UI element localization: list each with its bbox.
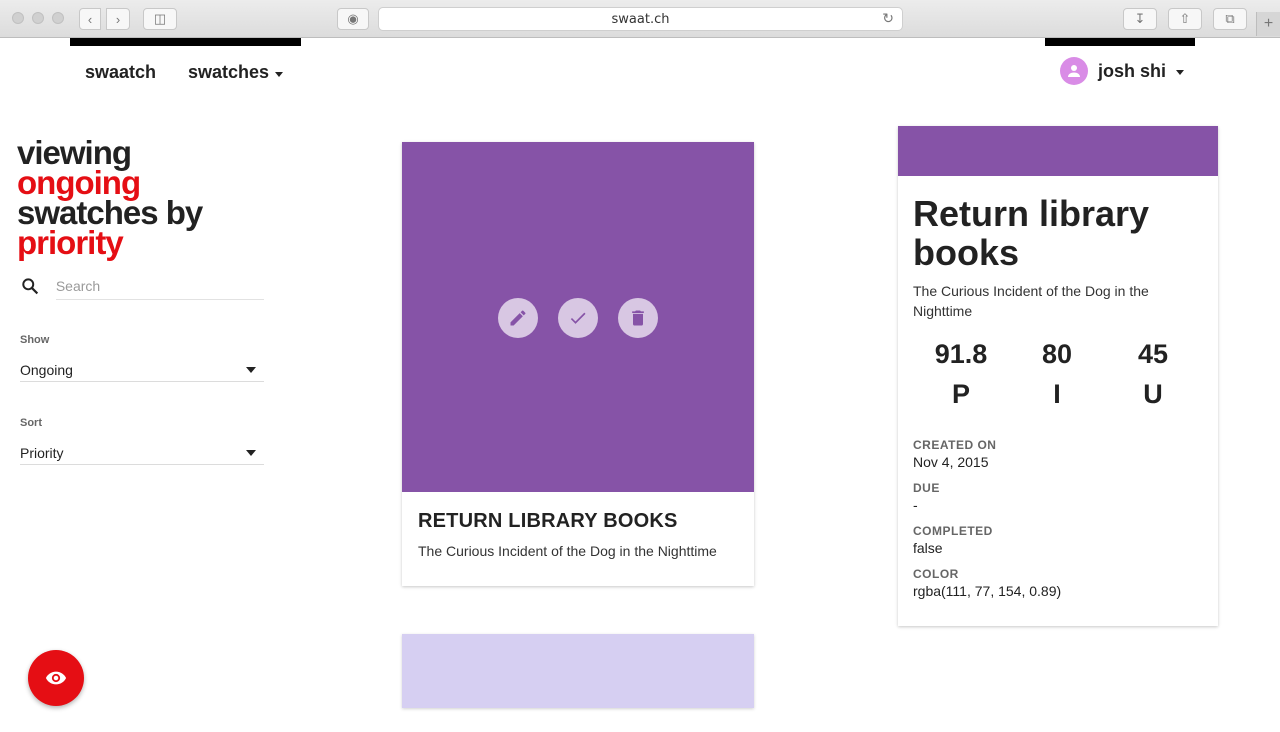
delete-button[interactable] [618,298,658,338]
zoom-window-icon[interactable] [52,12,64,24]
show-select-value: Ongoing [20,361,73,378]
avatar [1060,57,1088,85]
search-icon [22,278,39,295]
stat-label: P [951,379,970,409]
swatches-menu[interactable]: swatches [188,62,284,83]
stat-label: I [1053,379,1061,409]
download-icon: ↧ [1134,11,1146,26]
trash-icon [632,310,644,326]
heading-sort-word: priority [17,224,124,261]
card-subtitle: The Curious Incident of the Dog in the N… [418,543,717,559]
close-window-icon[interactable] [12,12,24,24]
detail-title: Return library books [913,193,1150,273]
edit-button[interactable] [498,298,538,338]
view-toggle-fab[interactable] [28,650,84,706]
swatch-card-next[interactable] [402,634,754,708]
created-on-label: CREATED ON [913,438,997,452]
completed-value: false [913,540,943,556]
nav-accent-bar-right [1045,38,1195,46]
share-button[interactable]: ⇧ [1168,8,1202,30]
completed-label: COMPLETED [913,524,993,538]
privacy-button[interactable]: ◉ [337,8,369,30]
sort-label: Sort [20,417,42,429]
swatch-color-block [402,142,754,492]
show-label: Show [20,334,50,346]
minimize-window-icon[interactable] [32,12,44,24]
card-title: RETURN LIBRARY BOOKS [418,510,678,532]
color-label: COLOR [913,567,959,581]
color-value: rgba(111, 77, 154, 0.89) [913,583,1062,599]
forward-button[interactable]: › [106,8,130,30]
person-icon [1068,65,1080,77]
stat-value: 80 [1041,339,1073,369]
chevron-right-icon: › [115,11,121,27]
brand-link[interactable]: swaatch [85,62,156,83]
chevron-left-icon: ‹ [87,11,93,27]
caret-down-icon [275,71,284,77]
stat-value: 91.8 [934,339,988,369]
complete-button[interactable] [558,298,598,338]
tabs-icon: ⧉ [1225,11,1235,26]
address-bar[interactable]: swaat.ch ↻ [378,7,903,31]
new-tab-button[interactable]: + [1256,12,1280,36]
browser-toolbar: ‹ › ◫ ◉ swaat.ch ↻ ↧ ⇧ ⧉ + [0,0,1280,38]
reload-icon[interactable]: ↻ [882,11,894,27]
sort-select[interactable]: Priority [20,441,264,465]
due-label: DUE [913,481,940,495]
card-actions [498,298,658,338]
sort-select-value: Priority [20,444,64,461]
stat-value: 45 [1137,339,1169,369]
detail-color-bar [898,126,1218,176]
tabs-overview-button[interactable]: ⧉ [1213,8,1247,30]
share-icon: ⇧ [1179,11,1191,26]
stat-priority: 91.8 P [931,334,991,414]
show-select[interactable]: Ongoing [20,358,264,382]
swatch-detail-panel: Return library books The Curious Inciden… [898,126,1218,626]
user-menu[interactable]: josh shi [1060,57,1185,85]
downloads-button[interactable]: ↧ [1123,8,1157,30]
stat-label: U [1143,379,1163,409]
check-icon [570,312,586,324]
caret-down-icon [1176,70,1185,75]
plus-icon: + [1263,15,1274,32]
shield-icon: ◉ [347,11,359,26]
user-name: josh shi [1098,60,1167,81]
sidebar-toggle-button[interactable]: ◫ [143,8,177,30]
page-heading: viewing ongoing swatches by priority [17,136,203,261]
sidebar-icon: ◫ [153,11,167,26]
swatches-menu-label: swatches [188,62,270,82]
stat-importance: 80 I [1027,334,1087,414]
created-on-value: Nov 4, 2015 [913,454,989,470]
dropdown-arrow-icon [246,366,256,373]
search-input[interactable] [55,272,264,300]
pencil-icon [510,310,526,326]
dropdown-arrow-icon [246,449,256,456]
stat-urgency: 45 U [1123,334,1183,414]
swatch-card[interactable]: RETURN LIBRARY BOOKS The Curious Inciden… [402,142,754,586]
detail-description: The Curious Incident of the Dog in the N… [913,283,1149,319]
url-text: swaat.ch [611,11,670,27]
back-button[interactable]: ‹ [79,8,101,30]
due-value: - [913,497,918,513]
search-box [20,272,264,300]
nav-accent-bar-left [70,38,301,46]
eye-icon [45,671,67,685]
